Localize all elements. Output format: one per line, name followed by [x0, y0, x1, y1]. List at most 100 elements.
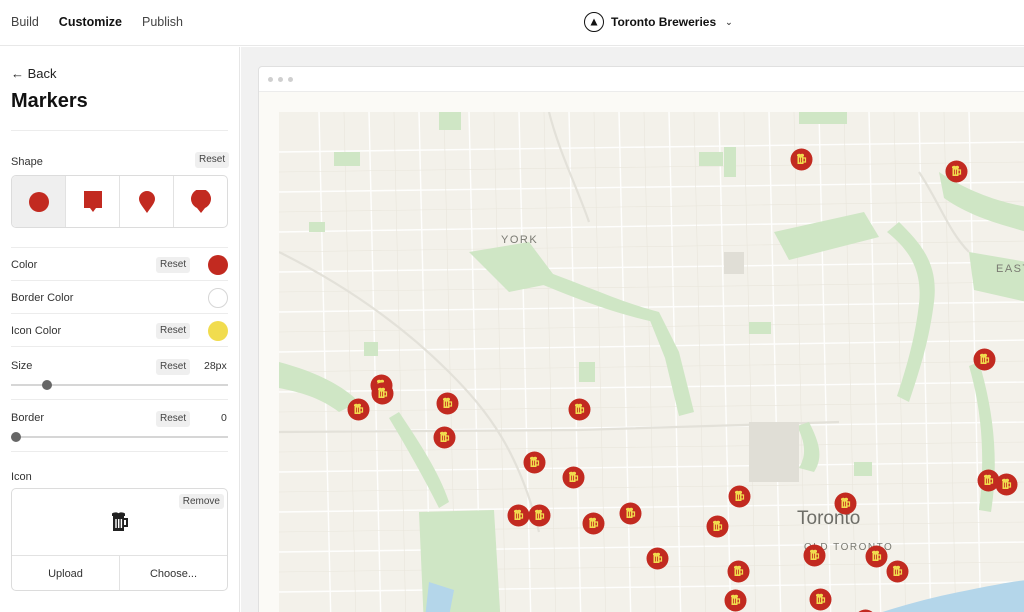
icon-color-reset-button[interactable]: Reset	[156, 323, 191, 339]
divider	[11, 346, 228, 347]
map-marker[interactable]	[865, 545, 888, 568]
map-marker[interactable]	[728, 485, 751, 508]
border-color-swatch[interactable]	[208, 288, 228, 308]
divider	[11, 247, 228, 248]
map-marker[interactable]	[803, 544, 826, 567]
divider	[11, 313, 228, 314]
map-container: YORK EAST Toronto OLD TORONTO	[259, 92, 1024, 612]
icon-label: Icon	[11, 471, 32, 483]
preview-frame: YORK EAST Toronto OLD TORONTO	[258, 66, 1024, 612]
shape-picker	[11, 175, 228, 228]
project-selector[interactable]: Toronto Breweries ⌄	[584, 12, 733, 32]
border-reset-button[interactable]: Reset	[156, 411, 191, 427]
size-reset-button[interactable]: Reset	[156, 359, 191, 375]
color-reset-button[interactable]: Reset	[156, 257, 191, 273]
map-label-york: YORK	[501, 234, 539, 246]
beer-mug-icon	[568, 398, 590, 420]
map-marker[interactable]	[790, 148, 813, 171]
border-slider[interactable]	[11, 432, 228, 442]
map-marker[interactable]	[436, 392, 459, 415]
tab-customize[interactable]: Customize	[59, 15, 122, 29]
shape-option-circle[interactable]	[12, 176, 66, 227]
beer-mug-icon	[646, 547, 668, 569]
icon-actions: Upload Choose...	[12, 555, 227, 590]
beer-mug-icon	[790, 148, 812, 170]
tab-publish[interactable]: Publish	[142, 15, 183, 29]
map-label-east: EAST	[996, 263, 1024, 275]
beer-mug-icon	[582, 512, 604, 534]
map-marker[interactable]	[619, 502, 642, 525]
beer-mug-icon	[834, 492, 856, 514]
beer-mug-icon	[436, 392, 458, 414]
border-color-label: Border Color	[11, 292, 74, 304]
beer-mug-icon	[619, 502, 641, 524]
divider	[11, 451, 228, 452]
beer-mug-icon	[973, 348, 995, 370]
beer-mug-icon	[886, 560, 908, 582]
upload-button[interactable]: Upload	[12, 556, 120, 590]
icon-picker: Remove Upload Choose...	[11, 488, 228, 591]
icon-color-label: Icon Color	[11, 325, 62, 337]
app-logo-icon	[584, 12, 604, 32]
map-marker[interactable]	[973, 348, 996, 371]
map-marker[interactable]	[371, 382, 394, 405]
shape-option-pin[interactable]	[120, 176, 174, 227]
map-marker[interactable]	[507, 504, 530, 527]
map-marker[interactable]	[945, 160, 968, 183]
shape-reset-button[interactable]: Reset	[195, 152, 230, 168]
top-bar: Build Customize Publish Toronto Brewerie…	[0, 0, 1024, 46]
beer-mug-icon	[809, 588, 831, 610]
map-marker[interactable]	[834, 492, 857, 515]
border-label: Border	[11, 412, 45, 424]
map-basemap	[279, 112, 1024, 612]
top-nav: Build Customize Publish	[11, 15, 183, 29]
map-marker[interactable]	[646, 547, 669, 570]
map-marker[interactable]	[854, 609, 877, 612]
map[interactable]: YORK EAST Toronto OLD TORONTO	[279, 112, 1024, 612]
sidebar: ← Back Markers Shape Reset Color Reset B…	[0, 47, 240, 612]
map-marker[interactable]	[727, 560, 750, 583]
beer-mug-icon	[995, 473, 1017, 495]
color-label: Color	[11, 259, 38, 271]
map-marker[interactable]	[995, 473, 1018, 496]
shape-label: Shape	[11, 156, 43, 168]
map-marker[interactable]	[568, 398, 591, 421]
map-marker[interactable]	[809, 588, 832, 611]
beer-mug-icon	[111, 512, 128, 531]
border-slider-handle[interactable]	[11, 432, 21, 442]
back-button[interactable]: ← Back	[11, 66, 57, 81]
beer-mug-icon	[706, 515, 728, 537]
chevron-down-icon: ⌄	[725, 16, 733, 27]
map-marker[interactable]	[347, 398, 370, 421]
map-marker[interactable]	[706, 515, 729, 538]
preview-canvas: YORK EAST Toronto OLD TORONTO	[241, 47, 1024, 612]
map-marker[interactable]	[528, 504, 551, 527]
color-swatch[interactable]	[208, 255, 228, 275]
divider	[11, 280, 228, 281]
size-value: 28px	[204, 360, 227, 372]
map-marker[interactable]	[523, 451, 546, 474]
shape-option-square-pin[interactable]	[66, 176, 120, 227]
divider	[11, 130, 228, 131]
size-slider-handle[interactable]	[42, 380, 53, 390]
map-marker[interactable]	[433, 426, 456, 449]
beer-mug-icon	[371, 382, 393, 404]
beer-mug-icon	[727, 560, 749, 582]
icon-remove-button[interactable]: Remove	[178, 494, 224, 509]
map-marker[interactable]	[582, 512, 605, 535]
map-marker[interactable]	[886, 560, 909, 583]
map-marker[interactable]	[562, 466, 585, 489]
border-value: 0	[221, 412, 227, 424]
tab-build[interactable]: Build	[11, 15, 39, 29]
beer-mug-icon	[562, 466, 584, 488]
choose-button[interactable]: Choose...	[120, 556, 227, 590]
map-marker[interactable]	[724, 589, 747, 612]
shape-option-round-pin[interactable]	[174, 176, 227, 227]
beer-mug-icon	[523, 451, 545, 473]
beer-mug-icon	[528, 504, 550, 526]
icon-color-swatch[interactable]	[208, 321, 228, 341]
beer-mug-icon	[433, 426, 455, 448]
size-slider[interactable]	[11, 380, 228, 390]
beer-mug-icon	[803, 544, 825, 566]
beer-mug-icon	[945, 160, 967, 182]
